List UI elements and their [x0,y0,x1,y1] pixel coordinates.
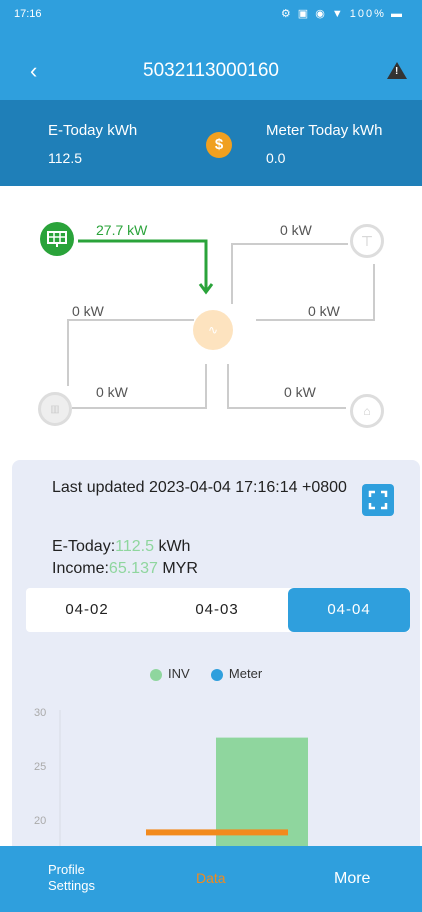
inverter-icon: ∿ [193,310,233,350]
battery-flow-line [72,364,207,409]
income-line: Income:65.137 MYR [52,560,198,578]
nav-settings-label: Settings [48,878,95,893]
grid-tower-icon: ⊤ [350,224,384,258]
nav-data[interactable]: Data [196,870,226,886]
grid-power-label: 0 kW [280,222,312,238]
load-power-label: 0 kW [284,384,316,400]
income-unit: MYR [162,560,198,577]
coin-icon: $ [206,132,232,158]
pv-power-label: 27.7 kW [96,222,148,238]
battery-icon: ▥ [38,392,72,426]
meter-today-label: Meter Today kWh [266,122,383,139]
date-tab-0403[interactable]: 04-03 [156,588,278,632]
power-flow-diagram: 27.7 kW ⊤ 0 kW ∿ 0 kW 0 kW ▥ 0 kW ⌂ 0 kW [0,186,422,456]
panel-etoday-label: E-Today: [52,538,116,555]
page-title: 5032113000160 [143,60,279,81]
nav-profile-label: Profile [48,862,85,877]
bottom-navigation: Profile Settings Data More [0,846,422,912]
left-flow-line [67,319,194,386]
income-value: 65.137 [108,560,158,577]
date-tab-0404[interactable]: 04-04 [288,588,410,632]
panel-etoday-unit: kWh [158,538,191,555]
inv-bar [216,737,308,860]
warning-icon[interactable]: ! [387,62,407,79]
status-time: 17:16 [14,8,42,20]
energy-summary: E-Today kWh 112.5 $ Meter Today kWh 0.0 [0,100,422,186]
status-bar: 17:16 ⚙ ▣ ◉ ▼ 100% ▬ [0,0,422,28]
battery-power-label: 0 kW [96,384,128,400]
chart-legend: INV Meter [150,666,262,681]
meter-today-value: 0.0 [266,150,286,166]
ytick-20: 20 [34,815,46,827]
power-chart: 30 25 20 [34,707,308,860]
etoday-label: E-Today kWh [48,122,138,139]
pv-flow-line [78,239,208,290]
etoday-line: E-Today:112.5 kWh [52,538,190,556]
meter-legend-dot [210,668,223,681]
last-updated-text: Last updated 2023-04-04 17:16:14 +0800 [52,479,347,496]
inv-legend-dot [150,668,162,681]
ytick-30: 30 [34,707,46,719]
meter-bar [146,829,288,836]
grid-flow-line [231,243,348,304]
income-label: Income: [52,560,109,577]
etoday-value: 112.5 [48,150,82,166]
status-icons: ⚙ ▣ ◉ ▼ 100% ▬ [280,8,404,20]
app-header: 17:16 ⚙ ▣ ◉ ▼ 100% ▬ ‹ 5032113000160 ! [0,0,422,100]
meter-legend-label: Meter [228,666,263,681]
home-load-icon: ⌂ [350,394,384,428]
nav-more[interactable]: More [334,870,370,888]
solar-panel-icon [40,222,74,256]
date-selector: 04-02 04-03 04-04 [26,588,410,632]
inv-legend-label: INV [168,666,190,681]
daily-data-panel: Last updated 2023-04-04 17:16:14 +0800 E… [12,460,420,860]
date-tab-0402[interactable]: 04-02 [26,588,148,632]
right-power-label: 0 kW [308,303,340,319]
fullscreen-icon[interactable] [362,484,394,516]
ytick-25: 25 [34,761,46,773]
panel-etoday-value: 112.5 [115,538,154,555]
left-power-label: 0 kW [72,303,104,319]
nav-profile-settings[interactable]: Profile Settings [48,862,95,894]
